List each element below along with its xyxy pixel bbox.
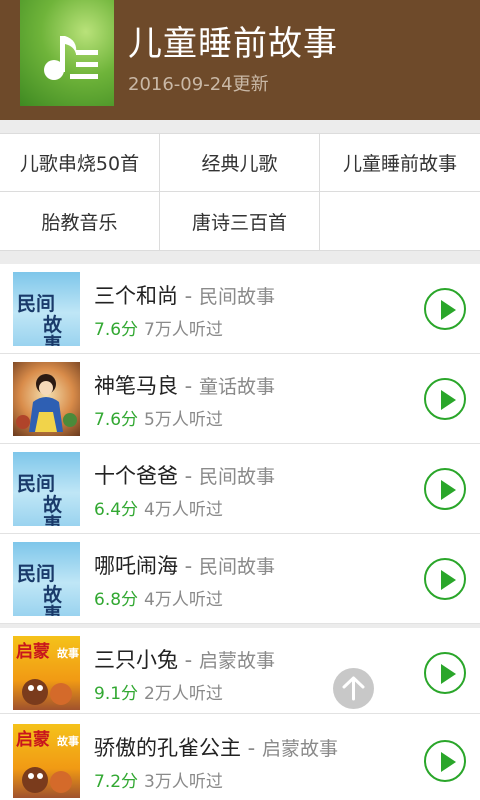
- cover-title: 故事: [43, 314, 63, 346]
- play-circle-icon[interactable]: [424, 468, 466, 510]
- story-title-line: 哪吒闹海 - 民间故事: [94, 550, 275, 580]
- list-item[interactable]: 民间 故事 哪吒闹海 - 民间故事 6.8分 4万人听过: [0, 534, 480, 624]
- cover-title: 故事: [43, 584, 63, 616]
- title-separator: -: [178, 648, 199, 672]
- story-genre: 童话故事: [198, 376, 275, 398]
- cover-title: 民间: [17, 563, 56, 585]
- story-meta: 9.1分 2万人听过: [94, 679, 223, 704]
- story-title-line: 三只小兔 - 启蒙故事: [94, 644, 275, 674]
- story-title-line: 神笔马良 - 童话故事: [94, 370, 275, 400]
- arrow-up-icon: [342, 676, 365, 701]
- title-separator: -: [178, 284, 199, 308]
- story-title-line: 三个和尚 - 民间故事: [94, 280, 275, 310]
- cover-title: 民间: [17, 473, 56, 495]
- list-item[interactable]: 民间 故事 三个和尚 - 民间故事 7.6分 7万人听过: [0, 264, 480, 354]
- story-plays: 7万人听过: [144, 320, 223, 340]
- list-item[interactable]: 神笔马良 - 童话故事 7.6分 5万人听过: [0, 354, 480, 444]
- story-title-line: 骄傲的孔雀公主 - 启蒙故事: [94, 732, 338, 762]
- story-score: 7.2分: [94, 772, 139, 792]
- title-separator: -: [178, 554, 199, 578]
- story-meta: 6.8分 4万人听过: [94, 585, 223, 610]
- list-item[interactable]: 启蒙 故事 骄傲的孔雀公主 - 启蒙故事 7.2分 3万人听过: [0, 716, 480, 800]
- story-plays: 3万人听过: [144, 772, 223, 792]
- app-header: 儿童睡前故事 2016-09-24更新: [0, 0, 480, 120]
- music-note-list-icon: [44, 36, 98, 80]
- cover-title: 故事: [43, 494, 63, 526]
- update-date: 2016-09-24更新: [128, 74, 269, 95]
- story-meta: 7.6分 5万人听过: [94, 405, 223, 430]
- page-title: 儿童睡前故事: [128, 24, 338, 64]
- story-meta: 7.6分 7万人听过: [94, 315, 223, 340]
- story-genre: 民间故事: [198, 466, 275, 488]
- category-item[interactable]: 唐诗三百首: [160, 192, 320, 250]
- story-meta: 7.2分 3万人听过: [94, 767, 223, 792]
- story-title: 哪吒闹海: [94, 554, 178, 578]
- story-meta: 6.4分 4万人听过: [94, 495, 223, 520]
- story-cover: 启蒙 故事: [13, 636, 80, 710]
- cover-illustration: [16, 374, 77, 432]
- story-score: 7.6分: [94, 410, 139, 430]
- category-item[interactable]: 胎教音乐: [0, 192, 160, 250]
- story-plays: 4万人听过: [144, 590, 223, 610]
- scroll-to-top-button[interactable]: [333, 668, 374, 709]
- list-item[interactable]: 启蒙 故事 三只小兔 - 启蒙故事 9.1分 2万人听过: [0, 624, 480, 714]
- story-genre: 民间故事: [198, 286, 275, 308]
- story-score: 6.4分: [94, 500, 139, 520]
- story-score: 7.6分: [94, 320, 139, 340]
- story-title: 三个和尚: [94, 284, 178, 308]
- category-item[interactable]: 儿童睡前故事: [320, 134, 480, 192]
- category-grid: 儿歌串烧50首 经典儿歌 儿童睡前故事 胎教音乐 唐诗三百首: [0, 133, 480, 251]
- story-genre: 启蒙故事: [261, 738, 338, 760]
- story-list: 民间 故事 三个和尚 - 民间故事 7.6分7万人听过 神笔马良 - 童话故事: [0, 264, 480, 800]
- story-cover: [13, 362, 80, 436]
- story-score: 6.8分: [94, 590, 139, 610]
- story-plays: 2万人听过: [144, 684, 223, 704]
- title-separator: -: [178, 374, 199, 398]
- cover-illustration: [22, 767, 72, 793]
- category-item[interactable]: 儿歌串烧50首: [0, 134, 160, 192]
- story-cover: 民间 故事: [13, 272, 80, 346]
- play-circle-icon[interactable]: [424, 558, 466, 600]
- story-cover: 启蒙 故事: [13, 724, 80, 798]
- story-score: 9.1分: [94, 684, 139, 704]
- cover-illustration: [22, 679, 72, 705]
- play-circle-icon[interactable]: [424, 288, 466, 330]
- category-item[interactable]: 经典儿歌: [160, 134, 320, 192]
- story-plays: 5万人听过: [144, 410, 223, 430]
- story-genre: 民间故事: [198, 556, 275, 578]
- story-title: 神笔马良: [94, 374, 178, 398]
- story-genre: 启蒙故事: [198, 650, 275, 672]
- play-circle-icon[interactable]: [424, 652, 466, 694]
- story-cover: 民间 故事: [13, 542, 80, 616]
- title-separator: -: [178, 464, 199, 488]
- list-item[interactable]: 民间 故事 十个爸爸 - 民间故事 6.4分 4万人听过: [0, 444, 480, 534]
- play-circle-icon[interactable]: [424, 740, 466, 782]
- story-title: 三只小兔: [94, 648, 178, 672]
- story-title-line: 十个爸爸 - 民间故事: [94, 460, 275, 490]
- cover-title: 民间: [17, 293, 56, 315]
- story-cover: 民间 故事: [13, 452, 80, 526]
- album-thumbnail: [20, 0, 114, 106]
- title-separator: -: [241, 736, 262, 760]
- story-title: 十个爸爸: [94, 464, 178, 488]
- story-title: 骄傲的孔雀公主: [94, 736, 241, 760]
- play-circle-icon[interactable]: [424, 378, 466, 420]
- story-plays: 4万人听过: [144, 500, 223, 520]
